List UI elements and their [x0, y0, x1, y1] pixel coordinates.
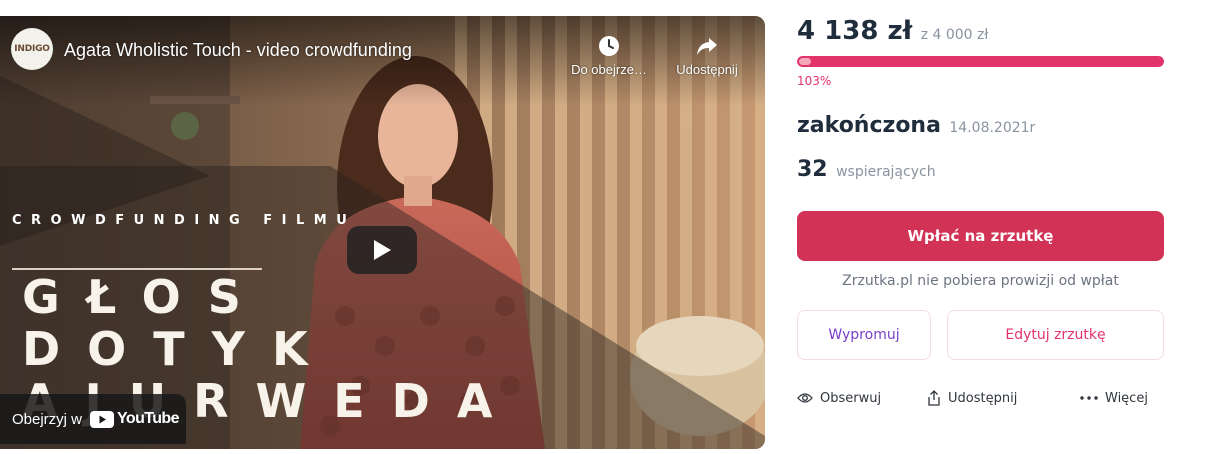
share-video-label: Udostępnij	[676, 62, 738, 77]
play-button[interactable]	[347, 226, 417, 274]
overlay-small-text: CROWDFUNDING FILMU	[12, 213, 357, 228]
funding-percent: 103%	[797, 74, 832, 88]
share-arrow-icon	[662, 34, 752, 58]
campaign-end-date: 14.08.2021r	[949, 120, 1036, 136]
play-icon	[374, 240, 391, 260]
share-label: Udostępnij	[948, 390, 1018, 406]
clock-icon	[564, 34, 654, 58]
share-link[interactable]: Udostępnij	[927, 388, 1017, 408]
donate-button[interactable]: Wpłać na zrzutkę	[797, 211, 1164, 261]
funding-progress-bar	[797, 56, 1164, 67]
no-fee-note: Zrzutka.pl nie pobiera prowizji od wpłat	[842, 273, 1119, 289]
share-video-button[interactable]: Udostępnij	[662, 34, 752, 77]
watch-later-button[interactable]: Do obejrze…	[564, 34, 654, 77]
raised-amount-row: 4 138 zł z 4 000 zł	[797, 16, 988, 46]
more-link[interactable]: Więcej	[1080, 388, 1148, 408]
goal-amount: z 4 000 zł	[920, 27, 989, 43]
share-upload-icon	[927, 390, 941, 406]
watch-later-label: Do obejrze…	[571, 62, 647, 77]
video-title[interactable]: Agata Wholistic Touch - video crowdfundi…	[64, 40, 412, 61]
progress-fill	[797, 56, 1164, 67]
promote-button[interactable]: Wypromuj	[797, 310, 931, 360]
ellipsis-icon	[1080, 396, 1098, 400]
overlay-word-1: GŁOS	[22, 270, 268, 324]
watch-on-label: Obejrzyj w	[12, 410, 83, 428]
more-label: Więcej	[1105, 390, 1148, 406]
backers-label: wspierających	[836, 164, 936, 180]
backers-row: 32 wspierających	[797, 157, 936, 182]
backers-count: 32	[797, 157, 828, 182]
campaign-status-row: zakończona 14.08.2021r	[797, 113, 1035, 138]
progress-knob	[799, 58, 811, 65]
campaign-status: zakończona	[797, 113, 941, 138]
channel-avatar[interactable]: INDIGO	[11, 28, 53, 70]
youtube-label: YouTube	[117, 410, 179, 427]
channel-avatar-text: INDIGO	[14, 44, 50, 54]
follow-label: Obserwuj	[820, 390, 882, 406]
video-player[interactable]: INDIGO Agata Wholistic Touch - video cro…	[0, 16, 765, 449]
raised-amount: 4 138 zł	[797, 16, 913, 46]
edit-campaign-button[interactable]: Edytuj zrzutkę	[947, 310, 1164, 360]
youtube-logo-icon: YouTube	[90, 410, 179, 428]
overlay-word-2: DOTYK	[22, 322, 335, 376]
follow-link[interactable]: Obserwuj	[797, 388, 881, 408]
watch-on-youtube-button[interactable]: Obejrzyj w YouTube	[0, 394, 186, 444]
eye-icon	[797, 392, 813, 404]
